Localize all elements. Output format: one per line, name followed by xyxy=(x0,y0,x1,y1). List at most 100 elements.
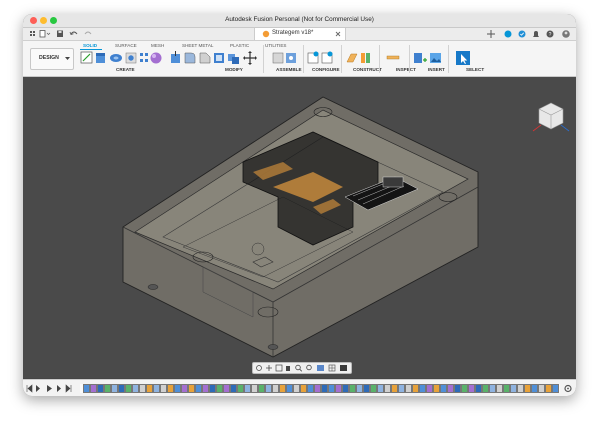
timeline-feature-icon[interactable] xyxy=(188,384,195,393)
file-icon[interactable] xyxy=(39,30,51,38)
look-at-icon[interactable] xyxy=(275,364,283,372)
group-assemble[interactable]: ASSEMBLE xyxy=(276,67,302,72)
timeline-forward-icon[interactable] xyxy=(57,385,61,392)
timeline-feature-icon[interactable] xyxy=(153,384,160,393)
display-settings-icon[interactable] xyxy=(317,365,324,371)
combine-icon[interactable] xyxy=(228,54,239,64)
timeline-feature-icon[interactable] xyxy=(272,384,279,393)
form-icon[interactable] xyxy=(150,52,162,64)
timeline-feature-icon[interactable] xyxy=(447,384,454,393)
tab-solid[interactable]: SOLID xyxy=(83,43,97,48)
timeline-feature-icon[interactable] xyxy=(321,384,328,393)
timeline-feature-icon[interactable] xyxy=(384,384,391,393)
timeline-play-icon[interactable] xyxy=(47,385,52,392)
viewports-icon[interactable] xyxy=(340,365,347,371)
timeline-feature-icon[interactable] xyxy=(475,384,482,393)
orbit-icon[interactable] xyxy=(256,365,262,371)
revolve-icon[interactable] xyxy=(110,54,122,62)
extensions-icon[interactable] xyxy=(504,30,512,38)
timeline-feature-icon[interactable] xyxy=(223,384,230,393)
timeline-feature-icon[interactable] xyxy=(174,384,181,393)
hand-icon[interactable] xyxy=(286,366,290,371)
pattern-icon[interactable] xyxy=(140,53,148,62)
document-tab[interactable]: Strategem v18* xyxy=(254,28,346,40)
fillet-icon[interactable] xyxy=(184,52,196,64)
tab-utilities[interactable]: UTILITIES xyxy=(265,43,286,48)
create-sketch-icon[interactable] xyxy=(80,51,93,64)
close-icon[interactable] xyxy=(335,31,341,37)
timeline-feature-icon[interactable] xyxy=(314,384,321,393)
timeline-feature-icon[interactable] xyxy=(426,384,433,393)
timeline-feature-icon[interactable] xyxy=(391,384,398,393)
measure-icon[interactable] xyxy=(386,55,400,60)
timeline-feature-icon[interactable] xyxy=(440,384,447,393)
add-tab-icon[interactable] xyxy=(487,30,495,38)
timeline-feature-icon[interactable] xyxy=(265,384,272,393)
viewcube-icon[interactable] xyxy=(531,95,571,135)
timeline-feature-icon[interactable] xyxy=(433,384,440,393)
configure-icon[interactable] xyxy=(307,51,319,64)
timeline-feature-icon[interactable] xyxy=(139,384,146,393)
timeline-feature-icon[interactable] xyxy=(132,384,139,393)
help-icon[interactable]: ? xyxy=(546,30,554,39)
job-status-icon[interactable] xyxy=(518,30,526,38)
timeline-feature-icon[interactable] xyxy=(300,384,307,393)
group-inspect[interactable]: INSPECT xyxy=(396,67,416,72)
timeline-feature-icon[interactable] xyxy=(496,384,503,393)
timeline-feature-icon[interactable] xyxy=(377,384,384,393)
insert-derive-icon[interactable] xyxy=(414,53,427,63)
timeline-feature-icon[interactable] xyxy=(405,384,412,393)
chamfer-icon[interactable] xyxy=(199,52,211,64)
tab-plastic[interactable]: PLASTIC xyxy=(230,43,249,48)
timeline-feature-icon[interactable] xyxy=(97,384,104,393)
offset-plane-icon[interactable] xyxy=(346,53,358,63)
tab-surface[interactable]: SURFACE xyxy=(115,43,137,48)
timeline-feature-icon[interactable] xyxy=(335,384,342,393)
timeline-feature-icon[interactable] xyxy=(83,384,90,393)
redo-icon[interactable] xyxy=(84,31,92,35)
group-insert[interactable]: INSERT xyxy=(428,67,445,72)
timeline-feature-icon[interactable] xyxy=(118,384,125,393)
timeline-feature-icon[interactable] xyxy=(552,384,559,393)
timeline-feature-icon[interactable] xyxy=(216,384,223,393)
timeline-end-icon[interactable] xyxy=(65,384,72,393)
notifications-icon[interactable] xyxy=(533,31,539,37)
timeline-feature-icon[interactable] xyxy=(251,384,258,393)
grid-settings-icon[interactable] xyxy=(328,364,336,372)
tab-sheet-metal[interactable]: SHEET METAL xyxy=(182,43,213,48)
timeline-feature-icon[interactable] xyxy=(531,384,538,393)
group-select[interactable]: SELECT xyxy=(466,67,484,72)
timeline-feature-icon[interactable] xyxy=(328,384,335,393)
timeline-feature-icon[interactable] xyxy=(258,384,265,393)
timeline-feature-icon[interactable] xyxy=(412,384,419,393)
timeline-feature-icon[interactable] xyxy=(111,384,118,393)
timeline-feature-icon[interactable] xyxy=(202,384,209,393)
pan-icon[interactable] xyxy=(266,365,272,371)
timeline-feature-icon[interactable] xyxy=(342,384,349,393)
hole-icon[interactable] xyxy=(125,52,137,64)
timeline-feature-icon[interactable] xyxy=(286,384,293,393)
timeline-feature-icon[interactable] xyxy=(398,384,405,393)
insert-image-icon[interactable] xyxy=(430,53,441,63)
timeline-feature-icon[interactable] xyxy=(363,384,370,393)
group-modify[interactable]: MODIFY xyxy=(225,67,243,72)
group-construct[interactable]: CONSTRUCT xyxy=(353,67,382,72)
midplane-icon[interactable] xyxy=(361,53,370,63)
timeline-feature-icon[interactable] xyxy=(545,384,552,393)
new-component-icon[interactable] xyxy=(272,52,284,64)
save-icon[interactable] xyxy=(57,30,63,38)
timeline-feature-icon[interactable] xyxy=(510,384,517,393)
grid-icon[interactable] xyxy=(30,31,35,36)
timeline-back-icon[interactable] xyxy=(36,385,40,392)
timeline-feature-icon[interactable] xyxy=(419,384,426,393)
select-icon[interactable] xyxy=(456,51,470,65)
timeline-feature-icon[interactable] xyxy=(482,384,489,393)
timeline-feature-icon[interactable] xyxy=(293,384,300,393)
settings-icon[interactable] xyxy=(564,384,572,393)
timeline-feature-icon[interactable] xyxy=(237,384,244,393)
timeline-feature-icon[interactable] xyxy=(524,384,531,393)
timeline-feature-icon[interactable] xyxy=(538,384,545,393)
zoom-icon[interactable] xyxy=(295,364,303,372)
timeline-feature-icon[interactable] xyxy=(90,384,97,393)
timeline-feature-icon[interactable] xyxy=(104,384,111,393)
